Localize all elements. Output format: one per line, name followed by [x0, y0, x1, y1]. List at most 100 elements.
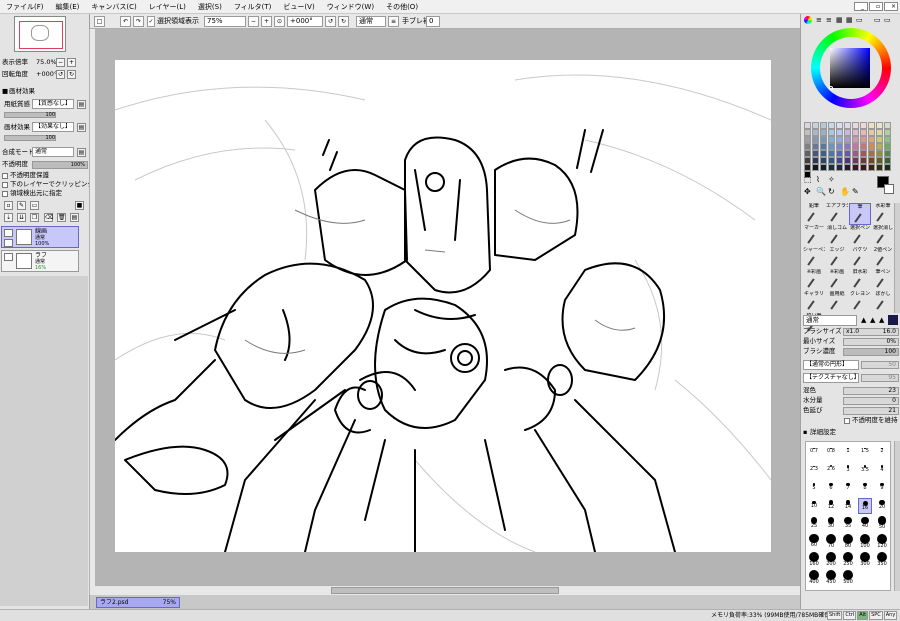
menu-file[interactable]: ファイル(F)	[0, 0, 50, 14]
brush-tool[interactable]: 筆	[849, 203, 871, 225]
effect-options-icon[interactable]: ▤	[77, 123, 86, 132]
brush-tool[interactable]: 選択消し	[872, 225, 894, 247]
color-picker-cursor[interactable]	[829, 86, 833, 90]
rgb-slider-tab-icon[interactable]: ≡	[816, 16, 822, 24]
color-swatch[interactable]	[868, 164, 875, 171]
brush-size-preset[interactable]: 0.8	[824, 444, 838, 460]
brush-size-preset[interactable]: 50	[875, 516, 889, 532]
effect-select[interactable]: 【効果なし】	[32, 122, 74, 132]
color-swatch[interactable]	[884, 136, 891, 143]
visibility-eye-icon[interactable]	[4, 229, 13, 237]
brush-texture-level[interactable]: 95	[861, 374, 899, 382]
brush-shape-select[interactable]: 【通常の円形】	[803, 360, 859, 370]
color-swatch[interactable]	[812, 157, 819, 164]
zoom-out-icon[interactable]: −	[56, 58, 65, 67]
redo-icon[interactable]: ↷	[133, 16, 144, 27]
paper-select[interactable]: 【質感なし】	[32, 99, 74, 109]
menu-edit[interactable]: 編集(E)	[50, 0, 86, 14]
transfer-down-icon[interactable]: ⇣	[4, 213, 13, 222]
color-swatch[interactable]	[868, 136, 875, 143]
brush-size-preset[interactable]: 0.7	[807, 444, 821, 460]
color-swatch[interactable]	[804, 122, 811, 129]
brush-size-preset[interactable]: 30	[824, 516, 838, 532]
menu-canvas[interactable]: キャンバス(C)	[85, 0, 142, 14]
keep-opacity-checkbox[interactable]	[844, 418, 850, 424]
color-swatch[interactable]	[836, 164, 843, 171]
brush-size-preset[interactable]: 14	[841, 498, 855, 514]
size-preset-scrollbar[interactable]	[894, 441, 900, 591]
mix-slider[interactable]: 23	[843, 387, 899, 395]
zoom-value[interactable]: 75.0%	[36, 57, 57, 68]
horizontal-scroll-thumb[interactable]	[331, 587, 559, 594]
brush-size-preset[interactable]: 6	[824, 480, 838, 496]
color-swatch[interactable]	[868, 150, 875, 157]
brush-tool[interactable]: ギャラリ	[803, 291, 825, 313]
color-swatch[interactable]	[812, 136, 819, 143]
paper-options-icon[interactable]: ▤	[77, 100, 86, 109]
blend-mode-select[interactable]: 通常	[32, 147, 74, 157]
brush-tool[interactable]: 2値ペン	[872, 247, 894, 269]
color-swatch[interactable]	[860, 143, 867, 150]
blend-options-icon[interactable]: ▤	[77, 148, 86, 157]
deselect-icon[interactable]: □	[94, 16, 105, 27]
color-swatch[interactable]	[804, 143, 811, 150]
color-swatch[interactable]	[820, 143, 827, 150]
zoom-tool-icon[interactable]: 🔍	[816, 187, 826, 196]
saturation-value-square[interactable]	[830, 48, 870, 88]
brush-tool[interactable]: バケツ	[849, 247, 871, 269]
zoom-select[interactable]: 75%	[204, 16, 246, 27]
magic-wand-icon[interactable]: ✧	[828, 175, 835, 184]
brush-size-preset[interactable]: 4	[875, 462, 889, 478]
blur-slider[interactable]: 21	[843, 407, 899, 415]
rotate-icon[interactable]: ↻	[67, 70, 76, 79]
brush-size-preset[interactable]: 350	[875, 551, 889, 568]
color-wheel-tab-icon[interactable]	[804, 16, 812, 24]
clear-layer-icon[interactable]: ⌫	[44, 213, 53, 222]
rect-select-icon[interactable]: ⬚	[804, 175, 812, 184]
brush-tool[interactable]: 選択ペン	[849, 225, 871, 247]
effect-level-bar[interactable]: 100	[4, 135, 56, 141]
brush-tool[interactable]: 旧水彩	[849, 269, 871, 291]
tool-scrollbar[interactable]	[894, 203, 900, 313]
min-size-slider[interactable]: 0%	[843, 338, 899, 346]
brush-mode-select[interactable]: 通常	[803, 315, 857, 326]
brush-shape-level[interactable]: 50	[861, 361, 899, 369]
color-swatch[interactable]	[820, 164, 827, 171]
color-swatch[interactable]	[804, 157, 811, 164]
color-swatch[interactable]	[812, 129, 819, 136]
brush-size-preset[interactable]: 200	[824, 551, 838, 568]
menu-select[interactable]: 選択(S)	[192, 0, 228, 14]
color-swatch[interactable]	[844, 122, 851, 129]
brush-tool[interactable]: 画用紙	[826, 291, 848, 313]
brush-size-preset[interactable]: 5	[807, 480, 821, 496]
color-swatch[interactable]	[820, 122, 827, 129]
color-swatch[interactable]	[844, 164, 851, 171]
brush-tool[interactable]: エアブラシ	[826, 203, 848, 225]
collapse-icon[interactable]: ■	[2, 86, 8, 97]
user-swatch-tab-icon[interactable]: ▦	[846, 16, 853, 24]
rotate-left-icon[interactable]: ↺	[325, 16, 336, 27]
brush-tool[interactable]: ぼかし	[872, 291, 894, 313]
menu-view[interactable]: ビュー(V)	[277, 0, 320, 14]
brush-tool[interactable]: 鉛筆	[803, 203, 825, 225]
brush-tool[interactable]: 水彩筆	[872, 203, 894, 225]
color-swatch[interactable]	[860, 129, 867, 136]
color-swatch[interactable]	[820, 129, 827, 136]
color-swatch[interactable]	[828, 157, 835, 164]
color-swatch[interactable]	[828, 129, 835, 136]
color-swatch[interactable]	[844, 129, 851, 136]
detail-toggle-icon[interactable]: ▪	[803, 428, 807, 437]
stabilizer-select[interactable]: 0	[426, 16, 440, 27]
color-swatch[interactable]	[844, 157, 851, 164]
brush-size-preset[interactable]: 2.3	[807, 462, 821, 478]
color-swatch[interactable]	[860, 136, 867, 143]
angle-value[interactable]: +000°	[36, 69, 57, 80]
brush-size-preset[interactable]: 300	[858, 551, 872, 568]
brush-size-preset[interactable]: 40	[858, 516, 872, 532]
intermediate-color-tab-icon[interactable]: ▦	[836, 16, 843, 24]
hsv-slider-tab-icon[interactable]: ≡	[826, 16, 832, 24]
color-swatch[interactable]	[884, 150, 891, 157]
document-tab[interactable]: ラフ2.psd 75%	[96, 597, 180, 608]
color-swatch[interactable]	[876, 150, 883, 157]
brush-size-preset[interactable]: 100	[858, 533, 872, 550]
